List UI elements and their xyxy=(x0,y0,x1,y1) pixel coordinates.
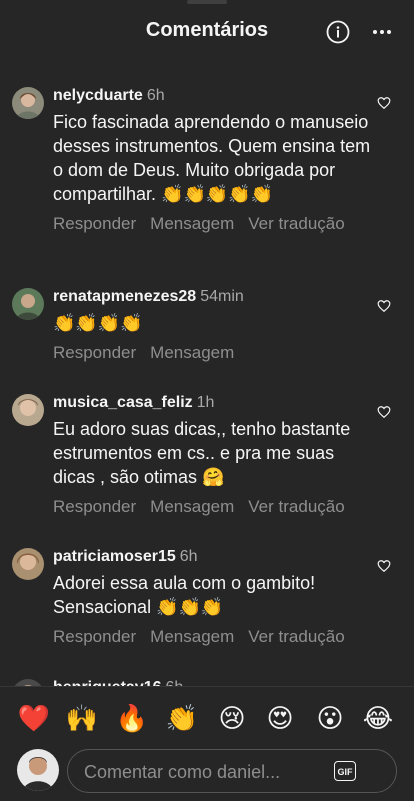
timestamp: 6h xyxy=(146,87,165,104)
avatar[interactable] xyxy=(12,679,44,686)
timestamp: 1h xyxy=(196,394,215,411)
emoji-laughing-button[interactable]: 😂 xyxy=(361,701,395,735)
username[interactable]: renatapmenezes28 xyxy=(53,288,196,305)
comment-body: musica_casa_feliz 1h Eu adoro suas dicas,… xyxy=(53,393,373,517)
avatar[interactable] xyxy=(12,87,44,119)
translate-button[interactable]: Ver tradução xyxy=(248,497,344,516)
emoji-quick-reactions: ❤️ 🙌 🔥 👏 😢 😍 😮 😂 xyxy=(0,701,414,737)
comment-actions: Responder Mensagem xyxy=(53,343,373,363)
emoji-fire-button[interactable]: 🔥 xyxy=(115,701,149,735)
translate-button[interactable]: Ver tradução xyxy=(248,214,344,233)
comment-body: renatapmenezes28 54min 👏👏👏👏 Responder Mens… xyxy=(53,287,373,363)
comment-body: nelycduarte 6h Fico fascinada aprendendo … xyxy=(53,86,373,234)
comment-text: 👏👏👏👏 xyxy=(53,313,143,333)
timestamp: 6h xyxy=(165,679,183,686)
comment-text: Eu adoro suas dicas,, tenho bastante est… xyxy=(53,419,351,487)
page-title: Comentários xyxy=(145,19,269,41)
like-heart-icon[interactable] xyxy=(377,96,391,110)
username[interactable]: patriciamoser15 xyxy=(53,548,176,565)
avatar[interactable] xyxy=(12,288,44,320)
comment-body: patriciamoser15 6h Adorei essa aula com o… xyxy=(53,547,373,647)
like-heart-icon[interactable] xyxy=(377,299,391,313)
more-options-icon[interactable] xyxy=(368,20,396,44)
message-button[interactable]: Mensagem xyxy=(150,627,234,646)
info-icon[interactable] xyxy=(326,20,350,44)
comments-list[interactable]: nelycduarte 6h Fico fascinada aprendendo … xyxy=(0,66,414,686)
username[interactable]: henriquetav16 xyxy=(53,679,161,686)
comment-actions: Responder Mensagem Ver tradução xyxy=(53,627,373,647)
reply-button[interactable]: Responder xyxy=(53,627,136,646)
avatar[interactable] xyxy=(12,394,44,426)
like-heart-icon[interactable] xyxy=(377,405,391,419)
reply-button[interactable]: Responder xyxy=(53,343,136,362)
gif-icon[interactable]: GIF xyxy=(334,761,356,781)
header: Comentários xyxy=(0,0,414,66)
timestamp: 54min xyxy=(200,288,244,305)
comment-text: Fico fascinada aprendendo o manuseio des… xyxy=(53,112,371,204)
timestamp: 6h xyxy=(179,548,198,565)
username[interactable]: musica_casa_feliz xyxy=(53,394,193,411)
translate-button[interactable]: Ver tradução xyxy=(248,627,344,646)
composer-bar: ❤️ 🙌 🔥 👏 😢 😍 😮 😂 GIF xyxy=(0,686,414,801)
comment-input[interactable] xyxy=(82,759,326,785)
avatar[interactable] xyxy=(12,548,44,580)
like-heart-icon[interactable] xyxy=(377,559,391,573)
emoji-crying-button[interactable]: 😢 xyxy=(215,701,249,735)
comment-actions: Responder Mensagem Ver tradução xyxy=(53,214,373,234)
username[interactable]: nelycduarte xyxy=(53,87,143,104)
message-button[interactable]: Mensagem xyxy=(150,343,234,362)
comment-body: henriquetav16 6h xyxy=(53,678,373,686)
reply-button[interactable]: Responder xyxy=(53,497,136,516)
comment-text: Adorei essa aula com o gambito! Sensacio… xyxy=(53,573,316,617)
emoji-clap-button[interactable]: 👏 xyxy=(165,701,199,735)
message-button[interactable]: Mensagem xyxy=(150,214,234,233)
my-avatar xyxy=(17,749,59,791)
message-button[interactable]: Mensagem xyxy=(150,497,234,516)
comment-actions: Responder Mensagem Ver tradução xyxy=(53,497,373,517)
emoji-surprised-button[interactable]: 😮 xyxy=(313,701,347,735)
emoji-heart-button[interactable]: ❤️ xyxy=(17,701,51,735)
emoji-heart-eyes-button[interactable]: 😍 xyxy=(263,701,297,735)
emoji-raising-hands-button[interactable]: 🙌 xyxy=(65,701,99,735)
reply-button[interactable]: Responder xyxy=(53,214,136,233)
comment-input-box[interactable]: GIF xyxy=(67,749,397,793)
